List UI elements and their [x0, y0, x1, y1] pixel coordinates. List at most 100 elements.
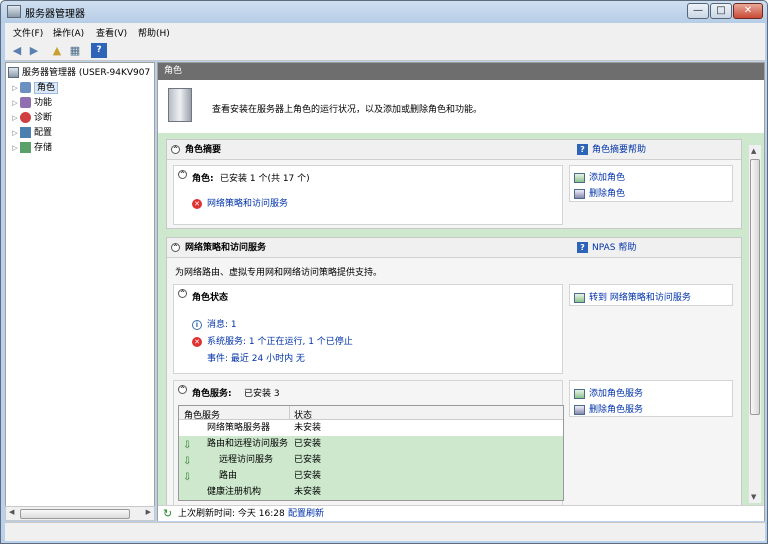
npas-description: 为网络路由、虚拟专用网和网络访问策略提供支持。	[175, 268, 383, 278]
up-folder-icon[interactable]: ▲	[49, 43, 65, 58]
roles-count: 已安装 1 个(共 17 个)	[220, 174, 310, 184]
expand-arrow-icon[interactable]: ▷	[10, 96, 20, 110]
collapse-icon[interactable]: ^	[171, 243, 180, 252]
scroll-thumb[interactable]	[20, 509, 130, 519]
pane-title: 角色	[158, 63, 764, 80]
scroll-down-icon[interactable]: ▼	[751, 493, 756, 501]
menu-help[interactable]: 帮助(H)	[138, 26, 170, 39]
events-link[interactable]: 事件: 最近 24 小时内 无	[207, 354, 305, 364]
role-status-box: ^ 角色状态 i 消息: 1 ✕ 系统服务: 1 个正在运行, 1 个已停止 事件:…	[173, 284, 563, 374]
role-services-label: 角色服务:	[192, 389, 232, 399]
npas-role-link[interactable]: 网络策略和访问服务	[207, 199, 288, 209]
scroll-thumb[interactable]	[750, 159, 760, 415]
tree-item-roles[interactable]: ▷ 角色	[10, 81, 158, 95]
navigation-tree: 服务器管理器 (USER-94KV907 ▷ 角色 ▷ 功能 ▷ 诊断 ▷ 配置 ▷ 存储	[5, 62, 155, 521]
role-services-table: 角色服务 状态 网络策略服务器 未安装 ⇩ 路由和远程访问服务 已安装 ⇩ 远程…	[178, 405, 564, 501]
menu-file[interactable]: 文件(F)	[13, 26, 43, 39]
close-button[interactable]: ✕	[733, 3, 763, 19]
expand-arrow-icon[interactable]: ▷	[10, 141, 20, 155]
roles-box: ^ 角色: 已安装 1 个(共 17 个) ✕ 网络策略和访问服务	[173, 165, 563, 225]
scroll-right-icon[interactable]: ▶	[146, 508, 151, 516]
services-actions: 添加角色服务 删除角色服务	[569, 380, 733, 417]
add-role-icon	[574, 172, 585, 183]
window-title: 服务器管理器	[25, 9, 85, 20]
system-services-link[interactable]: 系统服务: 1 个正在运行, 1 个已停止	[207, 337, 353, 347]
info-icon: i	[192, 319, 202, 330]
collapse-icon[interactable]: ^	[178, 289, 187, 298]
storage-icon	[20, 142, 31, 153]
collapse-icon[interactable]: ^	[178, 385, 187, 394]
add-role-service-link[interactable]: 添加角色服务	[574, 386, 643, 399]
scroll-up-icon[interactable]: ▲	[751, 147, 756, 155]
expand-arrow-icon[interactable]: ▷	[10, 111, 20, 125]
roles-intro: 查看安装在服务器上角色的运行状况，以及添加或删除角色和功能。	[212, 105, 483, 115]
back-icon[interactable]: ◀	[9, 43, 25, 58]
role-summary-header[interactable]: ^ 角色摘要 ? 角色摘要帮助	[167, 140, 741, 160]
npas-help-link[interactable]: ? NPAS 帮助	[577, 238, 636, 258]
remove-role-link[interactable]: 删除角色	[574, 186, 625, 199]
table-row[interactable]: ⇩ 路由和远程访问服务 已安装	[179, 436, 563, 452]
goto-npas-link[interactable]: 转到 网络策略和访问服务	[574, 290, 691, 303]
add-role-link[interactable]: 添加角色	[574, 170, 625, 183]
table-row[interactable]: 健康注册机构 未安装	[179, 484, 563, 500]
tree-item-features[interactable]: ▷ 功能	[10, 96, 158, 110]
details-pane: 角色 查看安装在服务器上角色的运行状况，以及添加或删除角色和功能。 ^ 角色摘要…	[157, 62, 765, 521]
summary-actions: 添加角色 删除角色	[569, 165, 733, 202]
messages-link[interactable]: 消息: 1	[207, 320, 237, 330]
role-services-box: ^ 角色服务: 已安装 3 角色服务 状态 网络策略服务器 未安装 ⇩ 路由和远…	[173, 380, 564, 505]
table-header: 角色服务 状态	[179, 406, 563, 421]
remove-role-service-link[interactable]: 删除角色服务	[574, 402, 643, 415]
tree-item-configuration[interactable]: ▷ 配置	[10, 126, 158, 140]
error-icon: ✕	[192, 198, 202, 209]
maximize-button[interactable]: □	[710, 3, 732, 19]
server-icon	[8, 67, 19, 78]
title-bar: 服务器管理器 — □ ✕	[1, 1, 767, 23]
error-icon: ✕	[192, 336, 202, 347]
forward-icon[interactable]: ▶	[26, 43, 42, 58]
help-icon[interactable]: ?	[91, 43, 107, 58]
server-tower-icon	[168, 88, 192, 122]
collapse-icon[interactable]: ^	[171, 145, 180, 154]
tree-horizontal-scrollbar[interactable]: ◀ ▶	[5, 506, 155, 521]
messages-row: i 消息: 1	[192, 317, 237, 330]
expand-arrow-icon[interactable]: ▷	[10, 126, 20, 140]
show-console-icon[interactable]: ▦	[67, 43, 83, 58]
server-manager-window: 服务器管理器 — □ ✕ 文件(F) 操作(A) 查看(V) 帮助(H) ◀ ▶…	[0, 0, 768, 544]
npas-section: ^ 网络策略和访问服务 ? NPAS 帮助 为网络路由、虚拟专用网和网络访问策略提…	[166, 237, 742, 505]
menu-view[interactable]: 查看(V)	[96, 26, 127, 39]
events-row: 事件: 最近 24 小时内 无	[207, 351, 305, 364]
menu-bar: 文件(F) 操作(A) 查看(V) 帮助(H)	[5, 23, 765, 41]
status-actions: 转到 网络策略和访问服务	[569, 284, 733, 306]
table-row[interactable]: ⇩ 远程访问服务 已安装	[179, 452, 563, 468]
server-manager-icon	[7, 5, 21, 18]
tree-item-storage[interactable]: ▷ 存储	[10, 141, 158, 155]
content-area: ^ 角色摘要 ? 角色摘要帮助 ^ 角色: 已安装 1 个(共 17 个) ✕ 网络…	[158, 133, 764, 505]
help-icon: ?	[577, 242, 588, 253]
installed-role-item: ✕ 网络策略和访问服务	[192, 196, 288, 209]
last-refresh-text: 上次刷新时间: 今天 16:28	[178, 509, 285, 519]
refresh-icon[interactable]: ↻	[163, 506, 172, 522]
npas-header[interactable]: ^ 网络策略和访问服务 ? NPAS 帮助	[167, 238, 741, 258]
minimize-button[interactable]: —	[687, 3, 709, 19]
role-summary-help-link[interactable]: ? 角色摘要帮助	[577, 140, 646, 160]
tree-item-diagnostics[interactable]: ▷ 诊断	[10, 111, 158, 125]
remove-service-icon	[574, 404, 585, 415]
roles-label: 角色:	[192, 174, 214, 184]
help-icon: ?	[577, 144, 588, 155]
table-row[interactable]: 网络策略服务器 未安装	[179, 420, 563, 436]
collapse-icon[interactable]: ^	[178, 170, 187, 179]
role-summary-section: ^ 角色摘要 ? 角色摘要帮助 ^ 角色: 已安装 1 个(共 17 个) ✕ 网络…	[166, 139, 742, 229]
add-service-icon	[574, 388, 585, 399]
scroll-left-icon[interactable]: ◀	[9, 508, 14, 516]
configuration-icon	[20, 127, 31, 138]
goto-icon	[574, 292, 585, 303]
expand-arrow-icon[interactable]: ▷	[10, 81, 20, 95]
role-status-title: 角色状态	[192, 293, 229, 303]
toolbar: ◀ ▶ ▲ ▦ ?	[5, 41, 765, 61]
details-vertical-scrollbar[interactable]: ▲ ▼	[748, 145, 761, 503]
role-services-count: 已安装 3	[244, 389, 280, 399]
tree-root[interactable]: 服务器管理器 (USER-94KV907	[8, 66, 156, 80]
configure-refresh-link[interactable]: 配置刷新	[288, 506, 324, 522]
menu-action[interactable]: 操作(A)	[53, 26, 84, 39]
table-row[interactable]: ⇩ 路由 已安装	[179, 468, 563, 484]
